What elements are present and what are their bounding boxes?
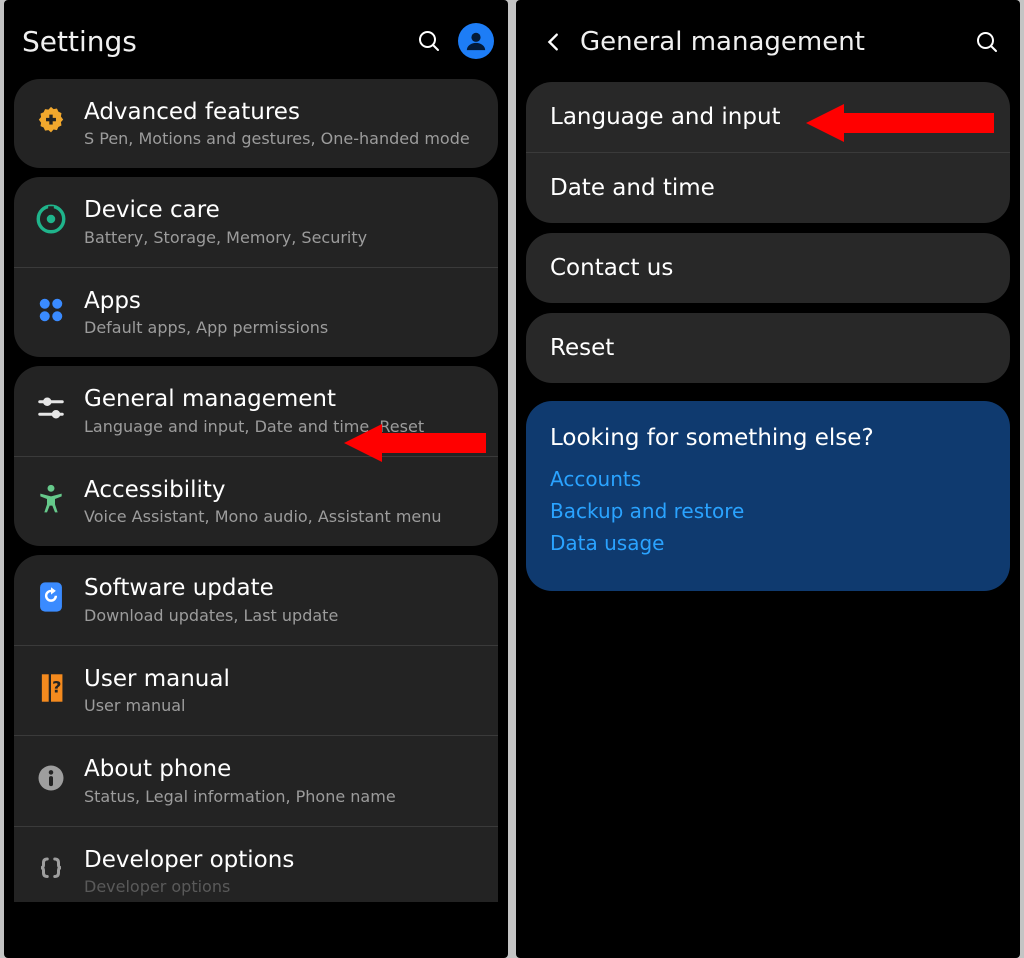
gm-group-contact: Contact us <box>526 233 1010 303</box>
row-subtitle: Battery, Storage, Memory, Security <box>84 228 367 247</box>
manual-icon: ? <box>28 666 74 710</box>
row-about-phone[interactable]: About phone Status, Legal information, P… <box>14 735 498 825</box>
settings-screen: Settings Advanced features <box>4 0 508 958</box>
apps-grid-icon <box>28 288 74 332</box>
row-title: Developer options <box>84 847 294 873</box>
update-icon <box>28 575 74 619</box>
settings-group-general: General management Language and input, D… <box>14 366 498 546</box>
row-subtitle: Voice Assistant, Mono audio, Assistant m… <box>84 507 442 526</box>
gm-header: General management <box>516 0 1020 72</box>
row-title: General management <box>84 386 424 412</box>
settings-group-software: Software update Download updates, Last u… <box>14 555 498 902</box>
code-braces-icon <box>28 847 74 891</box>
link-accounts[interactable]: Accounts <box>550 467 986 491</box>
profile-avatar[interactable] <box>458 23 494 59</box>
row-title: Software update <box>84 575 338 601</box>
gm-title: General management <box>580 27 968 57</box>
row-accessibility[interactable]: Accessibility Voice Assistant, Mono audi… <box>14 456 498 546</box>
suggestions-card: Looking for something else? Accounts Bac… <box>526 401 1010 591</box>
sliders-icon <box>28 386 74 430</box>
row-date-time[interactable]: Date and time <box>526 152 1010 223</box>
row-developer-options[interactable]: Developer options Developer options <box>14 826 498 902</box>
settings-header: Settings <box>4 0 508 70</box>
settings-title: Settings <box>22 25 410 58</box>
row-title: User manual <box>84 666 230 692</box>
row-contact-us[interactable]: Contact us <box>526 233 1010 303</box>
row-title: About phone <box>84 756 396 782</box>
row-subtitle: S Pen, Motions and gestures, One-handed … <box>84 129 470 148</box>
row-title: Advanced features <box>84 99 470 125</box>
svg-text:?: ? <box>52 677 61 696</box>
row-subtitle: Developer options <box>84 877 294 896</box>
row-user-manual[interactable]: ? User manual User manual <box>14 645 498 735</box>
row-software-update[interactable]: Software update Download updates, Last u… <box>14 555 498 644</box>
row-device-care[interactable]: Device care Battery, Storage, Memory, Se… <box>14 177 498 266</box>
row-title: Accessibility <box>84 477 442 503</box>
search-icon[interactable] <box>968 23 1006 61</box>
link-backup-restore[interactable]: Backup and restore <box>550 499 986 523</box>
row-apps[interactable]: Apps Default apps, App permissions <box>14 267 498 357</box>
info-icon <box>28 756 74 800</box>
link-data-usage[interactable]: Data usage <box>550 531 986 555</box>
gm-group-input: Language and input Date and time <box>526 82 1010 223</box>
row-general-management[interactable]: General management Language and input, D… <box>14 366 498 455</box>
row-subtitle: Language and input, Date and time, Reset <box>84 417 424 436</box>
back-button[interactable] <box>534 22 574 62</box>
accessibility-icon <box>28 477 74 521</box>
gear-plus-icon <box>28 99 74 143</box>
row-reset[interactable]: Reset <box>526 313 1010 383</box>
device-care-icon <box>28 197 74 241</box>
settings-group-device: Device care Battery, Storage, Memory, Se… <box>14 177 498 357</box>
row-advanced-features[interactable]: Advanced features S Pen, Motions and ges… <box>14 79 498 168</box>
gm-group-reset: Reset <box>526 313 1010 383</box>
row-subtitle: User manual <box>84 696 230 715</box>
search-icon[interactable] <box>410 22 448 60</box>
row-title: Device care <box>84 197 367 223</box>
row-subtitle: Download updates, Last update <box>84 606 338 625</box>
row-title: Apps <box>84 288 328 314</box>
row-language-input[interactable]: Language and input <box>526 82 1010 152</box>
row-subtitle: Status, Legal information, Phone name <box>84 787 396 806</box>
row-subtitle: Default apps, App permissions <box>84 318 328 337</box>
settings-group-advanced: Advanced features S Pen, Motions and ges… <box>14 79 498 168</box>
suggestions-title: Looking for something else? <box>550 425 986 451</box>
general-management-screen: General management Language and input Da… <box>516 0 1020 958</box>
